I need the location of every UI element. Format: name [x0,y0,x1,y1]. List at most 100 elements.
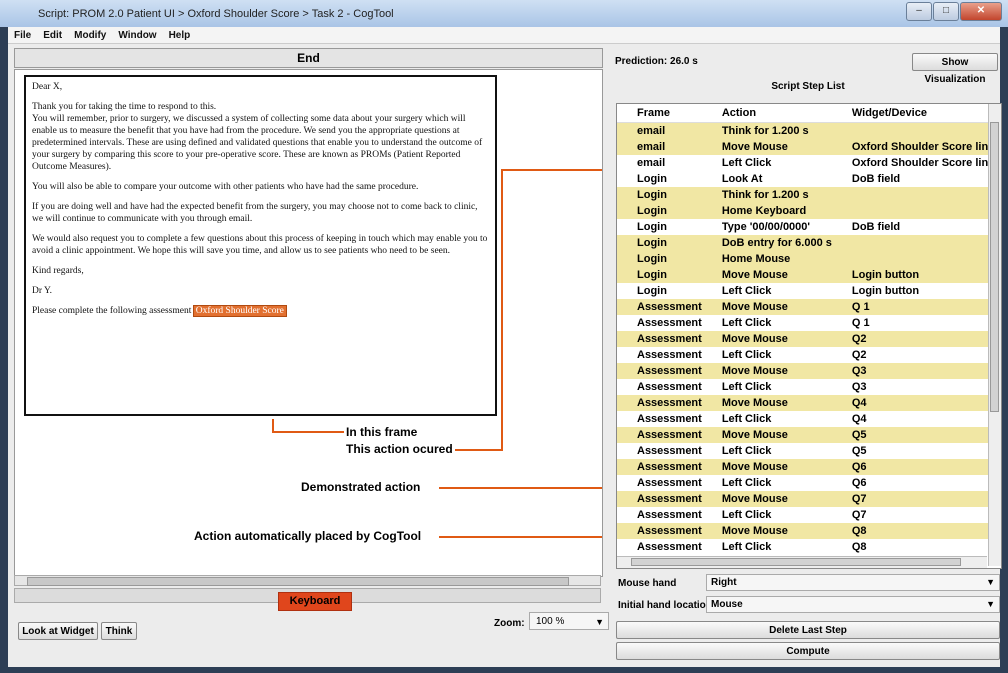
table-row[interactable]: Assessment Left Click Q2 [617,347,994,363]
table-row[interactable]: Assessment Left Click Q3 [617,379,994,395]
step-frame-cell: Assessment [637,349,702,361]
step-widget-cell [831,187,995,203]
step-action-cell: Think for 1.200 s [701,187,832,203]
table-row[interactable]: Assessment Left Click Q4 [617,411,994,427]
step-action-cell: Move Mouse [701,299,832,315]
menu-file[interactable]: File [14,30,31,41]
show-visualization-button[interactable]: Show Visualization [912,53,998,85]
step-widget-cell: Q8 [831,523,995,539]
zoom-label: Zoom: [494,618,525,629]
column-header-widget[interactable]: Widget/Device [831,104,995,123]
step-widget-cell: Q4 [831,395,995,411]
compute-button[interactable]: Compute [616,642,1000,660]
app-client: File Edit Modify Window Help End Dear X,… [8,27,1002,667]
zoom-value: 100 % [536,616,565,627]
step-action-cell: Move Mouse [701,459,832,475]
initial-hand-label: Initial hand location [618,600,712,611]
mouse-hand-select[interactable]: Right ▼ [706,574,1000,591]
table-row[interactable]: Assessment Move Mouse Q8 [617,523,995,539]
table-row[interactable]: Login Left Click Login button [617,283,994,299]
table-row[interactable]: Login Look At DoB field [617,171,994,187]
column-header-action[interactable]: Action [701,104,832,123]
step-frame-cell: Assessment [617,491,702,507]
table-row[interactable]: Assessment Move Mouse Q 1 [617,299,995,315]
table-row[interactable]: Login Home Mouse [617,251,995,267]
table-row[interactable]: email Think for 1.200 s [617,122,995,139]
email-greeting: Dear X, [32,82,63,92]
oxford-shoulder-score-link[interactable]: Oxford Shoulder Score [192,305,287,317]
table-row[interactable]: Assessment Left Click Q5 [617,443,994,459]
table-row[interactable]: Login Think for 1.200 s [617,187,995,203]
table-row[interactable]: Assessment Move Mouse Q7 [617,491,995,507]
table-row[interactable]: email Left Click Oxford Shoulder Score lin… [617,155,994,171]
step-frame-cell: Assessment [637,477,702,489]
table-row[interactable]: Assessment Left Click Q7 [617,507,994,523]
step-widget-cell: DoB field [851,221,901,233]
think-button[interactable]: Think [101,622,137,640]
step-frame-cell: email [617,139,702,155]
email-widget: Dear X, Thank you for taking the time to… [24,75,497,416]
initial-hand-select[interactable]: Mouse ▼ [706,596,1000,613]
step-action-cell: Move Mouse [701,523,832,539]
table-vertical-scrollbar[interactable] [988,104,1001,566]
table-row[interactable]: Assessment Move Mouse Q4 [617,395,995,411]
step-action-cell: Left Click [721,285,772,297]
step-widget-cell [831,235,995,251]
table-row[interactable]: Assessment Move Mouse Q5 [617,427,995,443]
step-frame-cell: Assessment [617,523,702,539]
table-horizontal-scrollbar[interactable] [617,556,987,568]
step-action-cell: Left Click [721,381,772,393]
step-action-cell: Type '00/00/0000' [721,221,811,233]
step-widget-cell: Q5 [851,445,867,457]
table-row[interactable]: Login Move Mouse Login button [617,267,995,283]
step-frame-cell: Login [617,251,702,267]
canvas-horizontal-scrollbar[interactable] [14,575,601,586]
table-row[interactable]: Login Home Keyboard [617,203,995,219]
zoom-select[interactable]: 100 % ▼ [529,612,609,630]
step-action-cell: Move Mouse [701,427,832,443]
menu-edit[interactable]: Edit [43,30,62,41]
annotation-line [501,169,602,171]
email-cta-text: Please complete the following assessment [32,306,192,316]
step-frame-cell: email [617,122,702,139]
menu-window[interactable]: Window [118,30,156,41]
annotation-line [272,431,344,433]
step-frame-cell: Assessment [617,299,702,315]
menu-help[interactable]: Help [169,30,191,41]
step-widget-cell: Q3 [831,363,995,379]
table-row[interactable]: email Move Mouse Oxford Shoulder Score lin… [617,139,995,155]
step-action-cell: DoB entry for 6.000 s [701,235,832,251]
look-at-widget-button[interactable]: Look at Widget [18,622,98,640]
step-action-cell: Left Click [721,157,772,169]
delete-last-step-button[interactable]: Delete Last Step [616,621,1000,639]
table-row[interactable]: Assessment Move Mouse Q3 [617,363,995,379]
chevron-down-icon: ▼ [595,617,604,627]
minimize-button[interactable]: – [906,2,932,21]
scroll-thumb[interactable] [27,577,569,586]
close-button[interactable]: ✕ [960,2,1002,21]
menu-modify[interactable]: Modify [74,30,106,41]
step-frame-cell: Assessment [617,395,702,411]
column-header-frame[interactable]: Frame [617,104,702,123]
scroll-thumb[interactable] [631,558,961,566]
annotation-line [439,536,602,538]
table-row[interactable]: Login DoB entry for 6.000 s [617,235,995,251]
table-row[interactable]: Assessment Move Mouse Q6 [617,459,995,475]
table-row[interactable]: Login Type '00/00/0000' DoB field [617,219,994,235]
maximize-button[interactable]: □ [933,2,959,21]
table-row[interactable]: Assessment Left Click Q8 [617,539,994,555]
step-widget-cell: Q7 [851,509,867,521]
step-widget-cell: Login button [851,285,920,297]
step-widget-cell: Q 1 [831,299,995,315]
script-step-table: Frame Action Widget/Device email Think fo… [616,103,1002,569]
step-action-cell: Left Click [721,541,772,553]
keyboard-device[interactable]: Keyboard [278,592,352,611]
table-row[interactable]: Assessment Left Click Q 1 [617,315,994,331]
email-signature: Dr Y. [32,286,53,296]
mouse-hand-value: Right [711,577,737,588]
table-row[interactable]: Assessment Left Click Q6 [617,475,994,491]
email-paragraph-2: You will also be able to compare your ou… [32,182,419,192]
step-frame-cell: Login [617,187,702,203]
scroll-thumb[interactable] [990,122,999,412]
table-row[interactable]: Assessment Move Mouse Q2 [617,331,995,347]
